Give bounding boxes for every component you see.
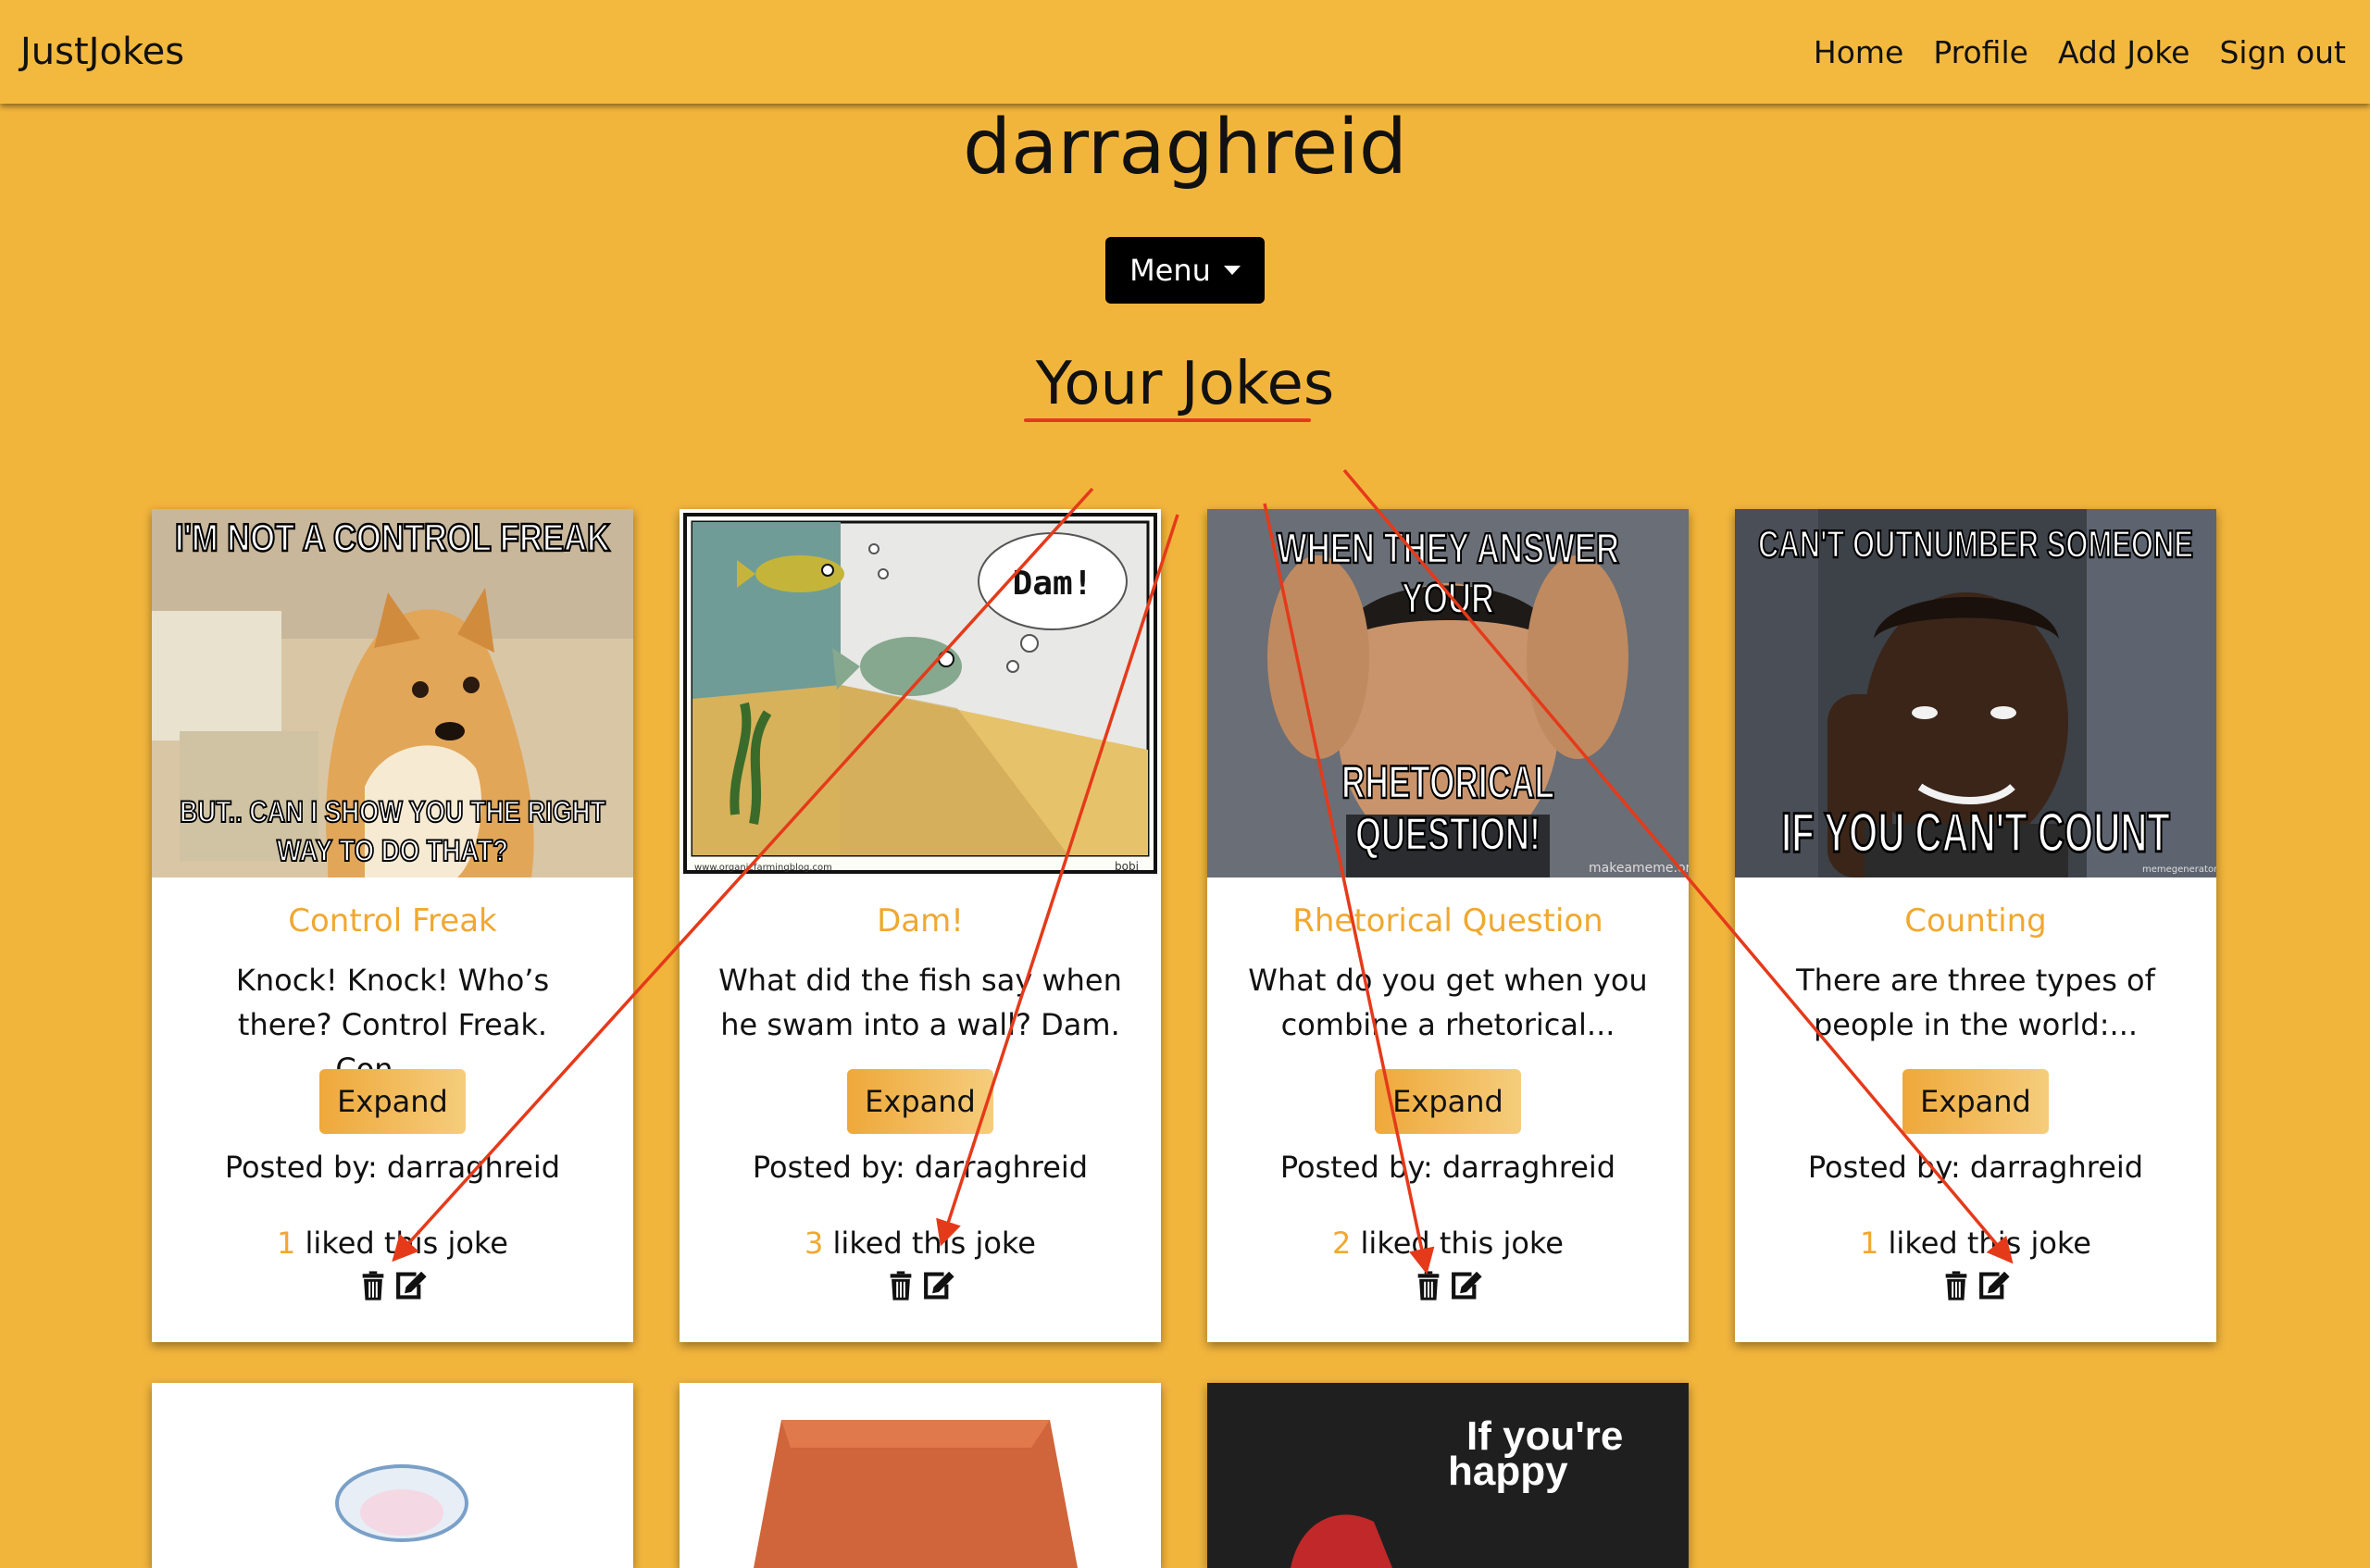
menu-button-label: Menu <box>1129 253 1211 288</box>
edit-icon[interactable] <box>1450 1270 1483 1301</box>
joke-card-counting: CAN'T OUTNUMBER SOMEONE IF YOU CAN'T COU… <box>1735 509 2216 1342</box>
brand-logo[interactable]: JustJokes <box>20 31 184 73</box>
like-label: liked this joke <box>832 1226 1036 1261</box>
meme-bottom-text-1: RHETORICAL <box>1341 756 1554 808</box>
like-count: 3 <box>805 1226 824 1261</box>
meme-top-text: I'M NOT A CONTROL FREAK <box>175 516 610 559</box>
joke-card-control-freak: I'M NOT A CONTROL FREAK BUT.. CAN I SHOW… <box>152 509 633 1342</box>
meme-credit: memegenerator.net <box>2142 865 2216 875</box>
meme-bottom-text-1: BUT.. CAN I SHOW YOU THE RIGHT <box>180 795 605 828</box>
joke-card-partial <box>152 1383 633 1568</box>
comic-bubble-text: Dam! <box>1013 565 1093 603</box>
partial-joke-image <box>152 1383 633 1568</box>
joke-image-fish: Dam! www.organicfarmingblog.com bobi <box>680 509 1161 877</box>
joke-image-jackie-chan: WHEN THEY ANSWER YOUR RHETORICAL QUESTIO… <box>1207 509 1689 877</box>
meme-top-text: CAN'T OUTNUMBER SOMEONE <box>1758 522 2193 566</box>
comic-credit: www.organicfarmingblog.com <box>694 863 832 873</box>
meme-bottom-text-2: WAY TO DO THAT? <box>277 834 508 867</box>
annotation-underline <box>1024 418 1311 422</box>
joke-card-partial: If you're happy <box>1207 1383 1689 1568</box>
likes-text: 1 liked this joke <box>1735 1226 2216 1261</box>
joke-title: Control Freak <box>288 902 497 940</box>
expand-button[interactable]: Expand <box>319 1069 466 1134</box>
likes-text: 3 liked this joke <box>680 1226 1161 1261</box>
joke-card-dam: Dam! www.organicfarmingblog.com bobi Dam… <box>680 509 1161 1342</box>
partial-meme-text-2: happy <box>1448 1449 1568 1494</box>
menu-dropdown-button[interactable]: Menu <box>1105 237 1265 304</box>
meme-credit: makeameme.org <box>1589 861 1689 876</box>
joke-image-doge: I'M NOT A CONTROL FREAK BUT.. CAN I SHOW… <box>152 509 633 877</box>
joke-title: Dam! <box>877 902 964 940</box>
profile-username: darraghreid <box>963 104 1407 192</box>
nav-link-home[interactable]: Home <box>1814 34 1903 70</box>
partial-joke-image: If you're happy <box>1207 1383 1689 1568</box>
posted-by-text: Posted by: darraghreid <box>1279 1150 1616 1185</box>
joke-actions <box>1735 1270 2216 1301</box>
navbar: JustJokes Home Profile Add Joke Sign out <box>0 0 2370 104</box>
joke-preview-text: What do you get when you combine a rheto… <box>1248 963 1648 1042</box>
joke-actions <box>680 1270 1161 1301</box>
nav-link-sign-out[interactable]: Sign out <box>2219 34 2346 70</box>
joke-title: Counting <box>1904 902 2047 940</box>
nav-link-add-joke[interactable]: Add Joke <box>2058 34 2190 70</box>
posted-by-text: Posted by: darraghreid <box>752 1150 1089 1185</box>
expand-button[interactable]: Expand <box>847 1069 993 1134</box>
posted-by-text: Posted by: darraghreid <box>224 1150 561 1185</box>
trash-icon[interactable] <box>885 1270 917 1301</box>
trash-icon[interactable] <box>1940 1270 1972 1301</box>
joke-image-roll-safe: CAN'T OUTNUMBER SOMEONE IF YOU CAN'T COU… <box>1735 509 2216 877</box>
joke-actions <box>152 1270 633 1301</box>
trash-icon[interactable] <box>357 1270 389 1301</box>
joke-title: Rhetorical Question <box>1292 902 1603 940</box>
joke-preview-text: There are three types of people in the w… <box>1796 963 2155 1042</box>
trash-icon[interactable] <box>1413 1270 1444 1301</box>
fish-comic-image: Dam! www.organicfarmingblog.com bobi <box>680 509 1161 877</box>
rhetorical-meme-image: WHEN THEY ANSWER YOUR RHETORICAL QUESTIO… <box>1207 509 1689 877</box>
edit-icon[interactable] <box>394 1270 428 1301</box>
likes-text: 1 liked this joke <box>152 1226 633 1261</box>
comic-signature: bobi <box>1115 860 1139 873</box>
nav-links: Home Profile Add Joke Sign out <box>1814 34 2346 70</box>
joke-preview-text: What did the fish say when he swam into … <box>718 963 1122 1042</box>
partial-joke-image <box>680 1383 1161 1568</box>
section-title: Your Jokes <box>1035 350 1335 418</box>
like-count: 1 <box>1860 1226 1879 1261</box>
joke-card-partial <box>680 1383 1161 1568</box>
meme-bottom-text: IF YOU CAN'T COUNT <box>1781 802 2170 864</box>
doge-meme-image: I'M NOT A CONTROL FREAK BUT.. CAN I SHOW… <box>152 509 633 877</box>
meme-bottom-text-2: QUESTION! <box>1355 808 1540 860</box>
expand-button[interactable]: Expand <box>1375 1069 1521 1134</box>
joke-card-rhetorical-question: WHEN THEY ANSWER YOUR RHETORICAL QUESTIO… <box>1207 509 1689 1342</box>
nav-link-profile[interactable]: Profile <box>1933 34 2028 70</box>
edit-icon[interactable] <box>1977 1270 2011 1301</box>
caret-down-icon <box>1223 266 1241 275</box>
expand-button[interactable]: Expand <box>1902 1069 2049 1134</box>
likes-text: 2 liked this joke <box>1207 1226 1689 1261</box>
posted-by-text: Posted by: darraghreid <box>1807 1150 2144 1185</box>
meme-top-text-2: YOUR <box>1402 574 1494 622</box>
like-label: liked this joke <box>305 1226 508 1261</box>
like-label: liked this joke <box>1360 1226 1564 1261</box>
joke-actions <box>1207 1270 1689 1301</box>
edit-icon[interactable] <box>922 1270 955 1301</box>
meme-top-text-1: WHEN THEY ANSWER <box>1277 524 1619 572</box>
like-count: 2 <box>1332 1226 1352 1261</box>
counting-meme-image: CAN'T OUTNUMBER SOMEONE IF YOU CAN'T COU… <box>1735 509 2216 877</box>
like-count: 1 <box>277 1226 296 1261</box>
like-label: liked this joke <box>1888 1226 2091 1261</box>
